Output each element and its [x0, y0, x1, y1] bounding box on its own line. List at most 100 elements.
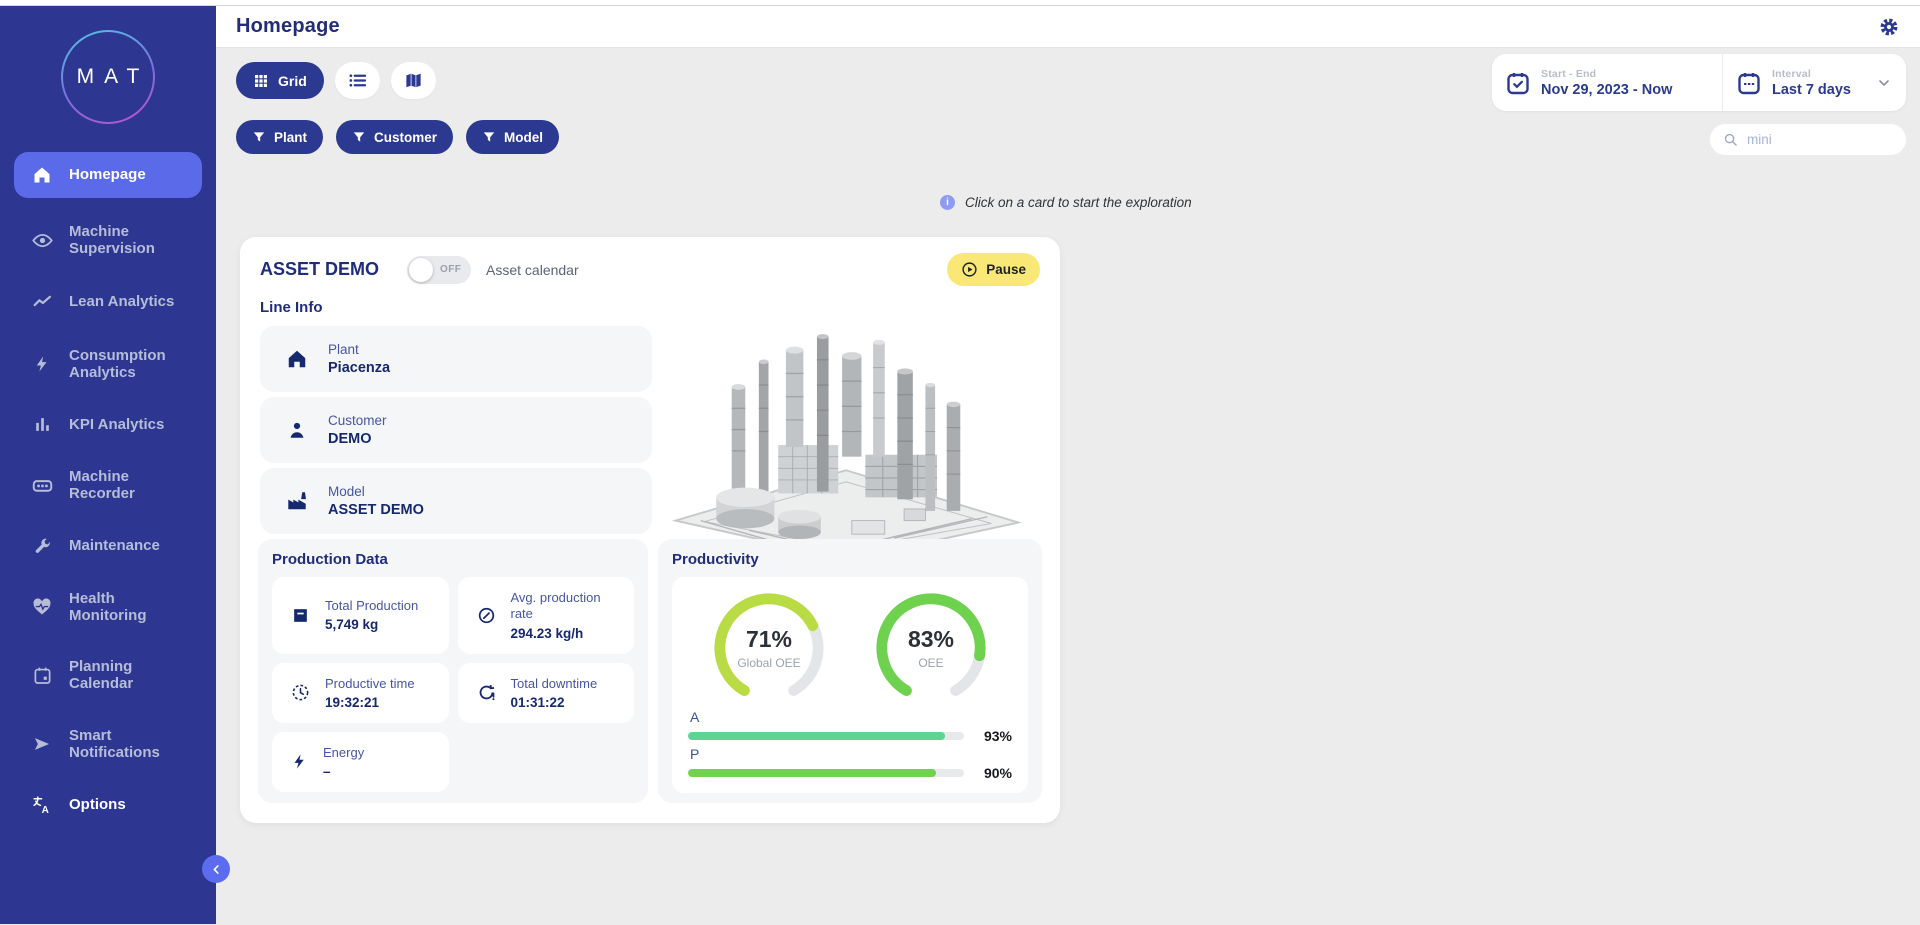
card-body: Plant Piacenza Customer DEMO	[260, 326, 1040, 566]
page-header: Homepage	[216, 6, 1920, 48]
line-info-label: Plant	[328, 342, 390, 357]
chevron-left-icon	[210, 863, 223, 876]
sidebar-item-lean-analytics[interactable]: Lean Analytics	[14, 283, 202, 322]
map-icon	[404, 71, 423, 90]
asset-title: ASSET DEMO	[260, 259, 379, 280]
bar-availability: A 93%	[688, 709, 1012, 744]
home-icon	[286, 348, 308, 370]
pause-label: Pause	[986, 262, 1026, 277]
line-info-value: DEMO	[328, 431, 387, 447]
line-info-row-customer: Customer DEMO	[260, 397, 652, 463]
funnel-icon	[252, 130, 266, 144]
asset-card[interactable]: ASSET DEMO OFF Asset calendar Pause Line…	[240, 237, 1060, 823]
home-icon	[30, 165, 54, 185]
production-box-icon	[291, 606, 310, 625]
pause-button[interactable]: Pause	[947, 253, 1040, 286]
gauge-value: 71%	[746, 626, 792, 653]
bar-percent: 93%	[976, 728, 1012, 744]
sidebar-item-homepage[interactable]: Homepage	[14, 152, 202, 198]
settings-gear-icon[interactable]	[1878, 16, 1900, 38]
svg-text:A: A	[42, 805, 49, 815]
tile-total-production: Total Production 5,749 kg	[272, 577, 449, 654]
daterange-picker[interactable]: Start - End Nov 29, 2023 - Now	[1492, 54, 1723, 111]
chevron-down-icon	[1876, 75, 1892, 91]
bar-label: P	[690, 746, 1012, 762]
speedometer-icon	[477, 606, 496, 625]
interval-value: Last 7 days	[1772, 82, 1851, 98]
filter-model-button[interactable]: Model	[466, 120, 559, 154]
sidebar-item-label: Options	[69, 796, 126, 813]
play-circle-icon	[961, 261, 978, 278]
daterange-value: Nov 29, 2023 - Now	[1541, 82, 1672, 98]
list-icon	[348, 71, 367, 90]
productivity-card: 71% Global OEE 83% OEE	[672, 577, 1028, 793]
factory-icon	[286, 490, 308, 512]
calendar-icon	[30, 666, 54, 685]
sidebar-item-options[interactable]: A Options	[14, 786, 202, 824]
production-heading: Production Data	[272, 551, 634, 568]
gauge-center: 83% OEE	[871, 589, 991, 707]
search-icon	[1723, 132, 1738, 147]
app-root: MAT Homepage Machine Supervision Lean An…	[0, 6, 1920, 924]
daterange-card: Start - End Nov 29, 2023 - Now Interval …	[1492, 54, 1906, 111]
sidebar-collapse-button[interactable]	[202, 855, 230, 883]
view-switch-row: Grid	[236, 62, 436, 99]
asset-card-header: ASSET DEMO OFF Asset calendar Pause	[260, 253, 1040, 286]
gauge-value: 83%	[908, 626, 954, 653]
view-grid-label: Grid	[278, 73, 307, 89]
sidebar-item-consumption-analytics[interactable]: Consumption Analytics	[14, 338, 202, 391]
view-list-button[interactable]	[335, 62, 380, 99]
line-info-column: Plant Piacenza Customer DEMO	[260, 326, 652, 566]
tile-value: 01:31:22	[511, 695, 598, 710]
sidebar-item-label: KPI Analytics	[69, 416, 164, 433]
sidebar-item-maintenance[interactable]: Maintenance	[14, 528, 202, 565]
tile-energy: Energy –	[272, 732, 449, 792]
toggle-knob	[409, 258, 433, 282]
oee-gauges: 71% Global OEE 83% OEE	[688, 589, 1012, 707]
sidebar-item-label: Smart Notifications	[69, 727, 186, 762]
sidebar-item-health-monitoring[interactable]: Health Monitoring	[14, 581, 202, 634]
line-info-heading: Line Info	[260, 299, 1040, 316]
bar-fill	[688, 732, 945, 740]
gauge-caption: Global OEE	[737, 656, 800, 670]
sidebar-item-label: Planning Calendar	[69, 658, 186, 693]
tile-total-downtime: Total downtime 01:31:22	[458, 663, 635, 723]
sidebar-item-label: Machine Supervision	[69, 223, 186, 258]
sidebar-item-smart-notifications[interactable]: Smart Notifications	[14, 718, 202, 771]
search-input[interactable]: mini	[1710, 124, 1906, 155]
view-grid-button[interactable]: Grid	[236, 62, 324, 99]
bar-chart-icon	[30, 415, 54, 434]
tile-label: Productive time	[325, 676, 415, 692]
content-area: Grid Plant Customer	[216, 48, 1920, 924]
sidebar-item-label: Homepage	[69, 166, 146, 183]
bar-label: A	[690, 709, 1012, 725]
gauge-caption: OEE	[918, 656, 943, 670]
wrench-icon	[30, 537, 54, 556]
sidebar-item-machine-supervision[interactable]: Machine Supervision	[14, 214, 202, 267]
sidebar-nav: Homepage Machine Supervision Lean Analyt…	[0, 130, 216, 824]
filter-plant-button[interactable]: Plant	[236, 120, 323, 154]
logo-text: MAT	[67, 65, 150, 89]
interval-label: Interval	[1772, 68, 1851, 80]
translate-icon: A	[30, 795, 54, 815]
line-info-row-plant: Plant Piacenza	[260, 326, 652, 392]
filter-row: Plant Customer Model	[236, 120, 559, 154]
person-icon	[286, 419, 308, 441]
tile-value: –	[323, 764, 364, 779]
asset-calendar-toggle[interactable]: OFF	[407, 256, 471, 284]
line-info-label: Model	[328, 484, 424, 499]
info-icon: i	[940, 195, 955, 210]
productivity-heading: Productivity	[672, 551, 1028, 568]
sidebar-item-machine-recorder[interactable]: Machine Recorder	[14, 459, 202, 512]
view-map-button[interactable]	[391, 62, 436, 99]
sidebar-item-planning-calendar[interactable]: Planning Calendar	[14, 649, 202, 702]
sidebar-item-label: Maintenance	[69, 537, 160, 554]
mat-logo: MAT	[61, 30, 155, 124]
interval-select[interactable]: Interval Last 7 days	[1723, 68, 1906, 98]
toggle-caption: Asset calendar	[486, 262, 579, 278]
funnel-icon	[482, 130, 496, 144]
filter-customer-button[interactable]: Customer	[336, 120, 453, 154]
tile-label: Avg. production rate	[511, 590, 627, 623]
line-info-value: Piacenza	[328, 360, 390, 376]
sidebar-item-kpi-analytics[interactable]: KPI Analytics	[14, 406, 202, 443]
